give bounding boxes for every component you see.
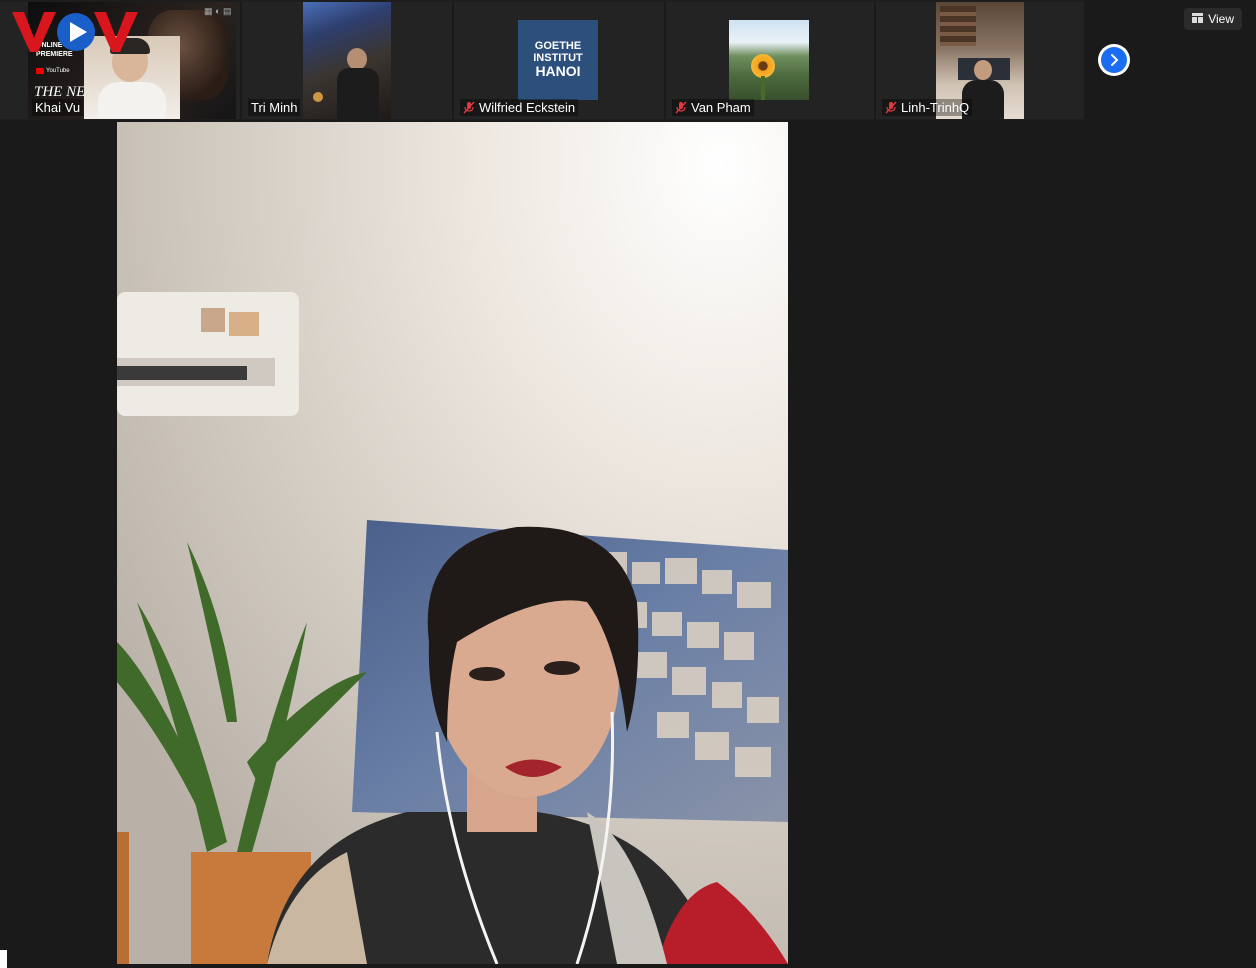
video-thumbnail [303,2,391,119]
participant-tile-linh-trinhq[interactable]: Linh-TrinhQ [876,2,1086,119]
speaker-video-frame [117,122,788,964]
vov-logo-icon [12,12,138,52]
participant-name-row: Wilfried Eckstein [460,99,579,116]
flower-icon [751,54,775,78]
muted-mic-icon [463,101,475,114]
scrollbar-handle[interactable] [0,950,7,968]
view-button-label: View [1208,12,1234,26]
participant-tile-tri-minh[interactable]: Tri Minh [242,2,454,119]
muted-mic-icon [885,101,897,114]
participant-name: Wilfried Eckstein [479,100,576,115]
grid-icons: ▦ ◐ ▤ [204,6,232,16]
goethe-line3: HANOI [535,63,581,79]
participant-name: Khai Vu [32,99,84,116]
view-button[interactable]: View [1184,8,1242,30]
participant-tile-van-pham[interactable]: Van Pham [666,2,876,119]
active-speaker-video [117,122,788,964]
participant-name-row: Van Pham [672,99,754,116]
participant-name-row: Linh-TrinhQ [882,99,973,116]
goethe-logo-thumbnail: GOETHE INSTITUT HANOI [518,20,598,100]
participant-tile-wilfried-eckstein[interactable]: GOETHE INSTITUT HANOI Wilfried Eckstein [454,2,666,119]
youtube-label: YouTube [46,68,70,74]
participant-name: Linh-TrinhQ [901,100,970,115]
goethe-line1: GOETHE [534,40,582,52]
poster-youtube: YouTube [36,68,70,74]
muted-mic-icon [675,101,687,114]
chevron-right-icon [1101,47,1127,73]
vov-watermark-logo [10,8,140,56]
participant-strip: THE NE ONLINE PREMIERE YouTube ▦ ◐ ▤ Kha… [0,0,1086,120]
participant-name: Van Pham [691,100,751,115]
youtube-icon [36,68,44,74]
participant-name: Tri Minh [248,99,301,116]
grid-view-icon [1192,12,1204,26]
flower-landscape-thumbnail [729,20,809,100]
next-page-button[interactable] [1098,44,1130,76]
